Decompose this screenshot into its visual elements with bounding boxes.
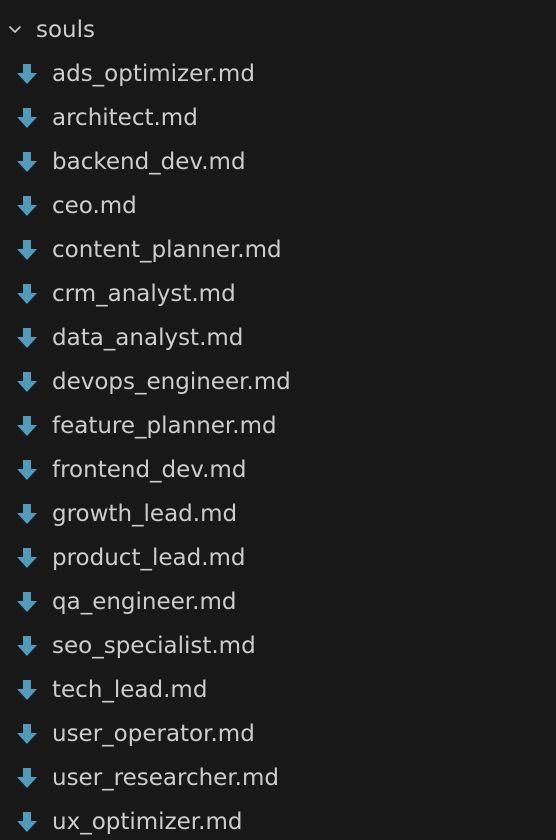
file-item[interactable]: user_operator.md [0,712,556,756]
file-item[interactable]: product_lead.md [0,536,556,580]
markdown-arrow-down-icon [17,592,37,612]
file-label: user_researcher.md [52,765,279,791]
file-label: feature_planner.md [52,413,277,439]
markdown-arrow-down-icon [17,284,37,304]
file-item[interactable]: ceo.md [0,184,556,228]
file-item[interactable]: devops_engineer.md [0,360,556,404]
markdown-arrow-down-icon [17,108,37,128]
file-label: tech_lead.md [52,677,208,703]
file-item[interactable]: feature_planner.md [0,404,556,448]
file-label: seo_specialist.md [52,633,256,659]
file-item[interactable]: ux_optimizer.md [0,800,556,840]
markdown-arrow-down-icon [17,504,37,524]
markdown-arrow-down-icon [17,680,37,700]
markdown-arrow-down-icon [17,812,37,832]
markdown-arrow-down-icon [17,636,37,656]
file-item[interactable]: user_researcher.md [0,756,556,800]
markdown-arrow-down-icon [17,460,37,480]
file-item[interactable]: content_planner.md [0,228,556,272]
file-label: product_lead.md [52,545,246,571]
file-item[interactable]: tech_lead.md [0,668,556,712]
markdown-arrow-down-icon [17,548,37,568]
markdown-arrow-down-icon [17,724,37,744]
folder-label: souls [36,17,96,43]
file-label: ads_optimizer.md [52,61,255,87]
markdown-arrow-down-icon [17,152,37,172]
file-label: backend_dev.md [52,149,246,175]
file-item[interactable]: seo_specialist.md [0,624,556,668]
file-label: frontend_dev.md [52,457,247,483]
file-item[interactable]: data_analyst.md [0,316,556,360]
file-item[interactable]: backend_dev.md [0,140,556,184]
file-label: ux_optimizer.md [52,809,243,835]
file-item[interactable]: crm_analyst.md [0,272,556,316]
file-label: user_operator.md [52,721,255,747]
file-label: qa_engineer.md [52,589,237,615]
markdown-arrow-down-icon [17,768,37,788]
chevron-down-icon[interactable] [8,24,22,36]
file-label: crm_analyst.md [52,281,236,307]
file-item[interactable]: frontend_dev.md [0,448,556,492]
markdown-arrow-down-icon [17,416,37,436]
file-item[interactable]: qa_engineer.md [0,580,556,624]
markdown-arrow-down-icon [17,372,37,392]
markdown-arrow-down-icon [17,64,37,84]
file-item[interactable]: architect.md [0,96,556,140]
file-label: ceo.md [52,193,137,219]
file-label: data_analyst.md [52,325,244,351]
file-item[interactable]: ads_optimizer.md [0,52,556,96]
folder-souls[interactable]: souls [0,8,556,52]
file-label: architect.md [52,105,198,131]
markdown-arrow-down-icon [17,328,37,348]
file-label: devops_engineer.md [52,369,291,395]
file-list: ads_optimizer.md architect.md backend_dev.… [0,52,556,840]
file-label: content_planner.md [52,237,282,263]
markdown-arrow-down-icon [17,240,37,260]
file-explorer: souls ads_optimizer.md architect.md backen… [0,0,556,840]
file-label: growth_lead.md [52,501,238,527]
file-item[interactable]: growth_lead.md [0,492,556,536]
markdown-arrow-down-icon [17,196,37,216]
